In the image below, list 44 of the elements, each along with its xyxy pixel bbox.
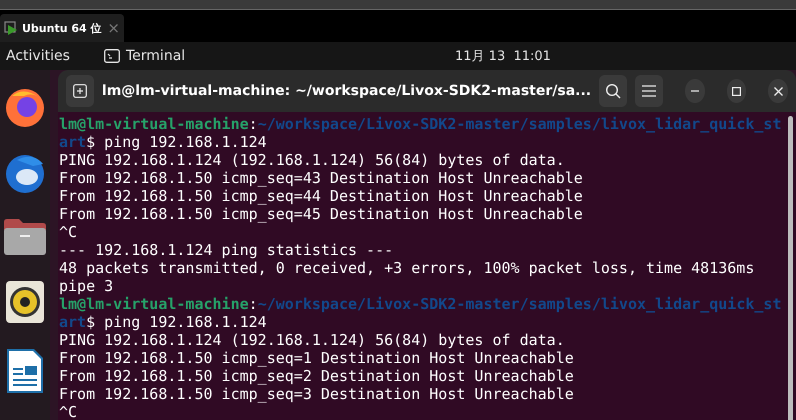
search-icon (605, 83, 622, 99)
maximize-button[interactable] (726, 79, 746, 103)
folder-icon[interactable] (3, 218, 47, 256)
mail-bird-icon[interactable] (3, 152, 47, 194)
firefox-icon[interactable] (4, 86, 46, 128)
close-icon (774, 86, 783, 96)
minimize-icon (690, 90, 699, 92)
terminal-line: From 192.168.1.50 icmp_seq=44 Destination Host Unreachable (59, 187, 584, 205)
maximize-icon (732, 86, 741, 96)
terminal-icon (104, 49, 120, 63)
terminal-line: From 192.168.1.50 icmp_seq=45 Destination Host Unreachable (59, 205, 584, 223)
terminal-line: pipe 3 (59, 277, 114, 295)
terminal-line: ^C (59, 223, 78, 241)
tab-label: Ubuntu 64 位 (22, 20, 102, 36)
document-icon[interactable] (6, 348, 44, 394)
search-button[interactable] (599, 75, 628, 107)
play-icon (4, 21, 18, 35)
scrollbar[interactable] (788, 116, 793, 420)
new-tab-button[interactable] (66, 75, 94, 107)
terminal-line: PING 192.168.1.124 (192.168.1.124) 56(84) bytes of data. (59, 331, 566, 349)
vm-tab[interactable]: Ubuntu 64 位 × (0, 14, 124, 42)
terminal-line: --- 192.168.1.124 ping statistics --- (59, 241, 394, 259)
menu-button[interactable] (635, 75, 663, 107)
terminal-line: art$ ping 192.168.1.124 (59, 313, 268, 331)
terminal-line: From 192.168.1.50 icmp_seq=43 Destination Host Unreachable (59, 169, 584, 187)
terminal-line: lm@lm-virtual-machine:~/workspace/Livox-SDK2-master/samples/livox_lidar_quick_st (59, 115, 782, 133)
activities-button[interactable]: Activities (6, 48, 104, 64)
terminal-line: From 192.168.1.50 icmp_seq=2 Destination Host Unreachable (59, 367, 575, 385)
terminal-line: art$ ping 192.168.1.124 (59, 133, 268, 151)
new-tab-icon (72, 84, 87, 98)
window-title: lm@lm-virtual-machine: ~/workspace/Livox-SDK2-master/sa... (102, 83, 592, 99)
close-button[interactable] (768, 79, 788, 103)
close-tab-button[interactable]: × (107, 19, 120, 37)
menu-icon (642, 85, 656, 97)
clock[interactable]: 11月 13 11:01 (455, 47, 551, 65)
terminal-line: From 192.168.1.50 icmp_seq=3 Destination Host Unreachable (59, 385, 575, 403)
terminal-line: lm@lm-virtual-machine:~/workspace/Livox-SDK2-master/samples/livox_lidar_quick_st (59, 295, 782, 313)
speaker-icon[interactable] (5, 280, 45, 324)
terminal-line: PING 192.168.1.124 (192.168.1.124) 56(84) bytes of data. (59, 151, 566, 169)
terminal-line: ^C (59, 403, 78, 420)
app-menu[interactable]: Terminal (126, 48, 186, 64)
terminal-line: From 192.168.1.50 icmp_seq=1 Destination Host Unreachable (59, 349, 575, 367)
terminal-line: 48 packets transmitted, 0 received, +3 errors, 100% packet loss, time 48136ms (59, 259, 756, 277)
minimize-button[interactable] (684, 79, 705, 103)
